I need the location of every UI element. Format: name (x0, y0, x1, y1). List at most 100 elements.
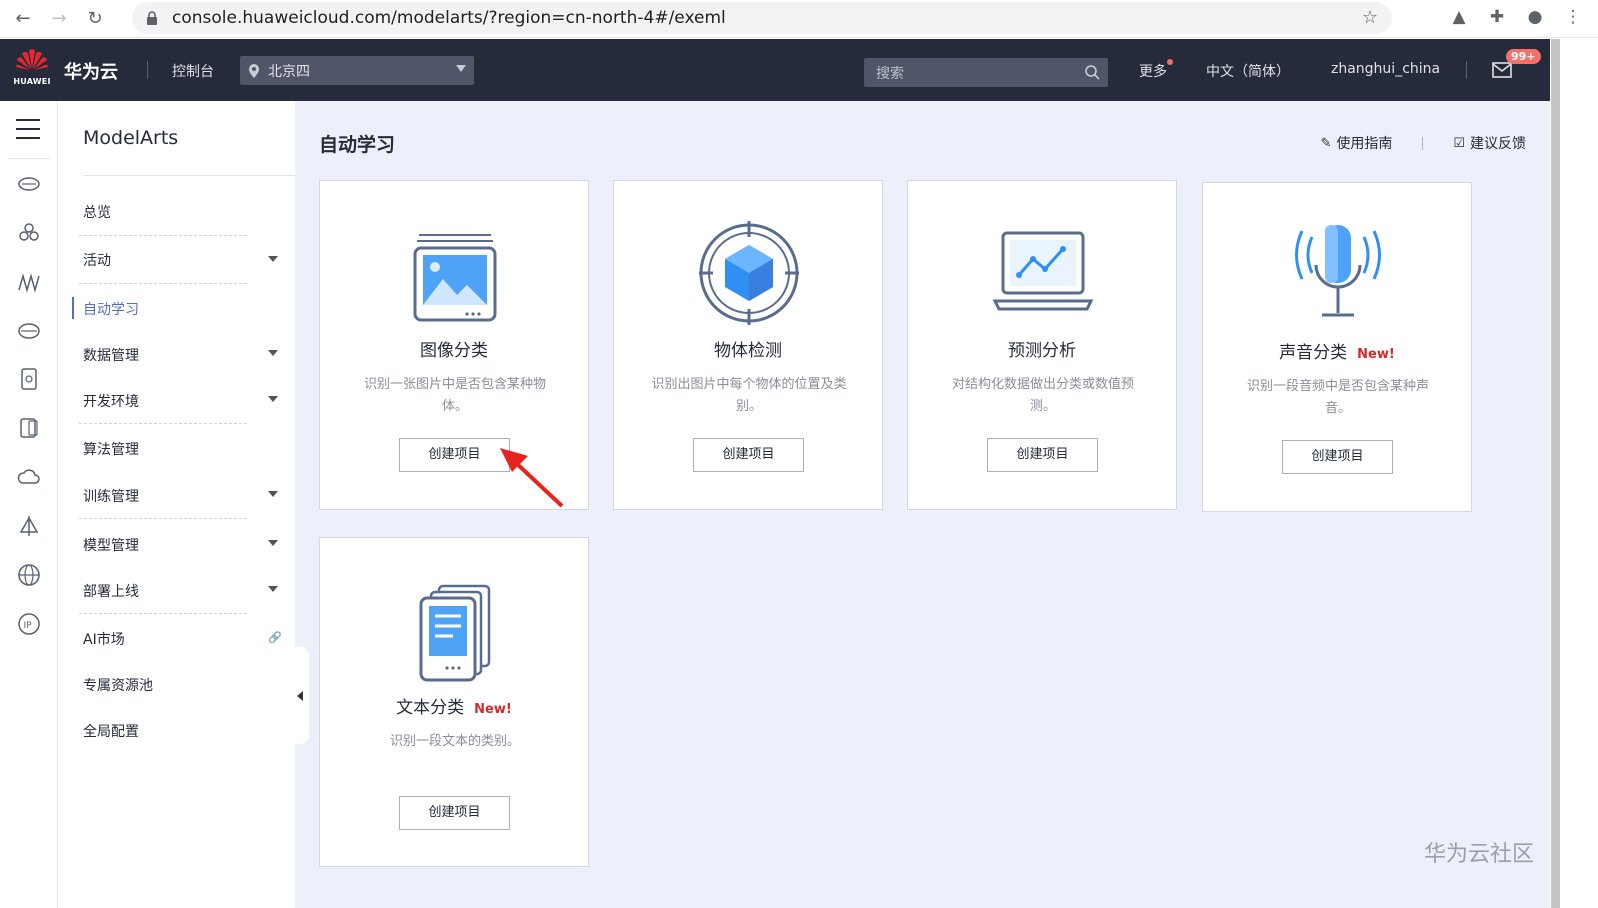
sidebar-item-data-management[interactable]: 数据管理 (83, 345, 279, 365)
ip-icon[interactable]: IP (17, 612, 41, 636)
create-project-button[interactable]: 创建项目 (987, 438, 1098, 472)
card-description: 识别一张图片中是否包含某种物体。 (363, 377, 546, 414)
hamburger-menu-icon[interactable] (16, 119, 40, 139)
location-pin-icon (249, 63, 259, 78)
username-menu[interactable]: zhanghui_china (1331, 61, 1440, 77)
card-title: 图像分类 (420, 341, 488, 361)
sidebar-item-dedicated-pool[interactable]: 专属资源池 (83, 675, 279, 695)
brand-logo-text: HUAWEI (13, 77, 51, 86)
sidebar-item-dev-environment[interactable]: 开发环境 (83, 391, 279, 411)
watermark: 华为云社区 (1424, 842, 1535, 867)
chevron-down-icon[interactable] (268, 350, 278, 356)
browser-toolbar: ← → ↻ console.huaweicloud.com/modelarts/… (0, 0, 1598, 38)
page-scrollbar[interactable] (1551, 39, 1560, 908)
card-sound-classification: 声音分类 New! 识别一段音频中是否包含某种声音。 创建项目 (1202, 182, 1472, 512)
create-project-button[interactable]: 创建项目 (399, 438, 510, 472)
back-icon[interactable]: ← (10, 6, 36, 32)
huawei-logo[interactable]: HUAWEI (12, 47, 52, 93)
database-icon[interactable] (17, 319, 41, 343)
storage-icon[interactable] (17, 416, 41, 440)
sidebar-item-deployment[interactable]: 部署上线 (83, 581, 279, 601)
create-project-button[interactable]: 创建项目 (693, 438, 804, 472)
forward-icon[interactable]: → (46, 6, 72, 32)
chevron-down-icon[interactable] (268, 396, 278, 402)
card-title: 文本分类 New! (320, 693, 588, 718)
predictive-analysis-icon (993, 231, 1093, 311)
image-classification-icon (413, 234, 497, 322)
service-title: ModelArts (83, 127, 179, 149)
reload-icon[interactable]: ↻ (82, 6, 108, 32)
sail-icon[interactable] (17, 514, 41, 538)
address-bar[interactable]: console.huaweicloud.com/modelarts/?regio… (132, 2, 1392, 34)
card-title: 声音分类 New! (1203, 338, 1471, 363)
chevron-down-icon[interactable] (268, 586, 278, 592)
sidebar-item-algorithm-management[interactable]: 算法管理 (83, 439, 279, 459)
sidebar-item-training-management[interactable]: 训练管理 (83, 486, 279, 506)
mail-icon[interactable] (1492, 62, 1512, 78)
bookmark-star-icon[interactable]: ☆ (1362, 7, 1378, 28)
card-description: 对结构化数据做出分类或数值预测。 (951, 377, 1134, 414)
object-detection-icon (699, 221, 799, 325)
region-value: 北京四 (268, 63, 310, 80)
card-image-classification: 图像分类 识别一张图片中是否包含某种物体。 创建项目 (319, 180, 589, 510)
extensions-puzzle-icon[interactable]: ✚ (1486, 6, 1508, 28)
wave-icon[interactable] (17, 270, 41, 294)
card-predictive-analysis: 预测分析 对结构化数据做出分类或数值预测。 创建项目 (907, 180, 1177, 510)
feedback-link[interactable]: 建议反馈 (1470, 133, 1526, 153)
console-link[interactable]: 控制台 (172, 61, 214, 81)
edit-icon: ✎ (1320, 135, 1332, 151)
sidebar-item-activities[interactable]: 活动 (83, 250, 279, 270)
huawei-petal-icon (16, 49, 48, 70)
search-placeholder: 搜索 (876, 65, 904, 82)
console-header: HUAWEI 华为云 控制台 北京四 搜索 更多 中文（简体） zhanghui… (0, 39, 1550, 101)
sidebar-item-model-management[interactable]: 模型管理 (83, 535, 279, 555)
text-classification-icon (419, 584, 491, 682)
search-input[interactable]: 搜索 (864, 58, 1108, 87)
device-icon[interactable] (17, 367, 41, 391)
card-title-text: 声音分类 (1279, 343, 1348, 363)
region-select[interactable]: 北京四 (240, 56, 474, 85)
search-icon[interactable] (1084, 64, 1100, 80)
card-description: 识别出图片中每个物体的位置及类别。 (651, 377, 847, 414)
header-divider (1466, 61, 1467, 79)
cloud-server-icon[interactable] (17, 172, 41, 196)
mail-count-badge: 99+ (1506, 49, 1541, 64)
url-text: console.huaweicloud.com/modelarts/?regio… (172, 8, 726, 28)
card-title: 预测分析 (1008, 341, 1076, 361)
sidebar-item-overview[interactable]: 总览 (83, 202, 279, 222)
sidebar-item-global-settings[interactable]: 全局配置 (83, 721, 279, 741)
card-object-detection: 物体检测 识别出图片中每个物体的位置及类别。 创建项目 (613, 180, 883, 510)
create-project-button[interactable]: 创建项目 (1282, 440, 1393, 474)
chevron-down-icon[interactable] (268, 491, 278, 497)
create-project-button[interactable]: 创建项目 (399, 796, 510, 830)
lock-icon (147, 11, 157, 25)
feedback-icon: ☑ (1453, 135, 1465, 151)
chevron-down-icon (456, 65, 466, 72)
brand-name[interactable]: 华为云 (64, 58, 118, 84)
card-description: 识别一段音频中是否包含某种声音。 (1246, 379, 1429, 416)
card-text-classification: 文本分类 New! 识别一段文本的类别。 创建项目 (319, 537, 589, 867)
guide-link[interactable]: 使用指南 (1336, 133, 1392, 153)
sidebar-collapse-handle[interactable] (291, 647, 309, 744)
cluster-icon[interactable] (17, 221, 41, 245)
chevron-down-icon[interactable] (268, 256, 278, 262)
chevron-down-icon[interactable] (268, 540, 278, 546)
sound-classification-icon (1295, 225, 1381, 317)
more-menu[interactable]: 更多 (1139, 61, 1167, 81)
active-indicator (72, 297, 74, 319)
sidebar-item-ai-market[interactable]: AI市场 (83, 629, 279, 649)
profile-avatar-icon[interactable]: ● (1524, 6, 1546, 28)
card-description: 识别一段文本的类别。 (389, 734, 520, 749)
drive-extension-icon[interactable]: ▲ (1448, 6, 1470, 28)
external-link-icon: 🔗 (268, 631, 282, 644)
notification-dot (1167, 59, 1173, 65)
browser-menu-icon[interactable]: ⋮ (1562, 6, 1584, 28)
card-title: 物体检测 (714, 341, 782, 361)
cloud-icon[interactable] (17, 465, 41, 489)
service-sidebar: ModelArts 总览 活动 自动学习 数据管理 开发环境 算法管理 训练管理… (59, 101, 309, 908)
sidebar-item-exeml[interactable]: 自动学习 (83, 299, 279, 319)
language-switch[interactable]: 中文（简体） (1206, 61, 1290, 81)
new-badge: New! (1357, 347, 1395, 362)
globe-icon[interactable] (17, 563, 41, 587)
service-icon-rail: IP (0, 101, 58, 908)
